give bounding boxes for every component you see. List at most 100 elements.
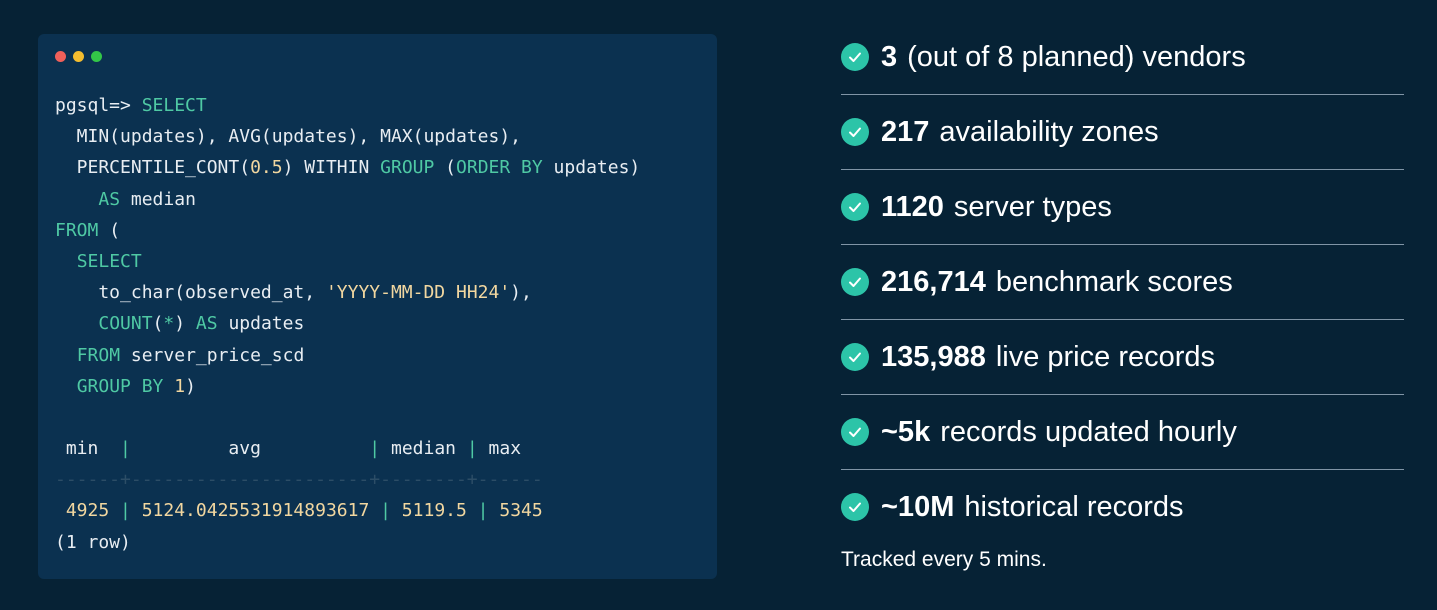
code-token: AS [195,313,218,335]
code-token: min [55,438,121,460]
code-token: median [380,438,467,460]
code-line: to_char(observed_at, 'YYYY-MM-DD HH24'), [55,277,640,308]
feature-item: 1120 server types [841,170,1404,245]
code-token: avg [130,438,370,460]
code-line: COUNT(*) AS updates [55,308,640,339]
feature-item: ~10M historical records [841,470,1404,544]
feature-item: 217 availability zones [841,95,1404,170]
code-token: COUNT [98,313,153,335]
check-circle-icon [841,268,869,296]
code-token: ( [98,219,121,241]
code-token: ( [434,157,457,179]
feature-text: availability zones [939,115,1159,148]
feature-text: historical records [964,490,1184,523]
code-token: SELECT [141,95,207,116]
code-token: ), [510,282,532,304]
feature-text: records updated hourly [940,415,1237,448]
code-token: (1 row) [55,531,131,553]
feature-value: 3 [881,40,898,73]
feature-value: ~10M [881,490,955,523]
code-token: FROM [76,344,121,366]
feature-value: 135,988 [881,340,986,373]
maximize-window-button[interactable] [91,51,102,62]
code-line: FROM ( [55,215,640,246]
check-circle-icon [841,43,869,71]
code-line: ------+----------------------+--------+-… [55,464,640,495]
code-line: FROM server_price_scd [55,340,640,371]
feature-text: benchmark scores [995,265,1233,298]
code-token: updates) [542,157,641,179]
code-token: median [120,188,196,210]
code-token: GROUP BY [76,375,164,397]
code-token: FROM [55,219,99,241]
sql-query-output: pgsql=> SELECT MIN(updates), AVG(updates… [55,90,640,558]
window-controls [55,51,102,62]
code-token: PERCENTILE_CONT( [55,157,251,179]
code-token: to_char(observed_at, [55,282,326,304]
code-line: pgsql=> SELECT [55,90,640,121]
check-circle-icon [841,118,869,146]
feature-text: server types [953,190,1112,223]
code-token: 1 [174,375,186,397]
code-token: ORDER BY [456,157,543,179]
code-token: 4925 [55,500,121,522]
tracking-footnote: Tracked every 5 mins. [841,548,1047,571]
check-circle-icon [841,493,869,521]
code-token: 5124.0425531914893617 [130,500,381,522]
code-line: 4925 | 5124.0425531914893617 | 5119.5 | … [55,495,640,526]
code-token: pgsql=> [55,95,142,116]
feature-value: ~5k [881,415,931,448]
code-token: GROUP [380,157,435,179]
code-token: | [120,500,131,522]
code-token: AS [98,188,121,210]
code-line: GROUP BY 1) [55,371,640,402]
code-token: SELECT [76,250,142,272]
code-token: | [380,500,391,522]
code-token: ( [152,313,164,335]
code-token: 5119.5 [390,500,478,522]
feature-text: (out of 8 planned) vendors [907,40,1246,73]
code-token: ) WITHIN [282,157,381,179]
sql-terminal-window: pgsql=> SELECT MIN(updates), AVG(updates… [38,34,717,579]
code-token: max [477,438,522,460]
feature-list: 3 (out of 8 planned) vendors 217 availabili… [841,20,1404,544]
code-token: 0.5 [250,157,283,179]
code-line: MIN(updates), AVG(updates), MAX(updates)… [55,121,640,152]
code-token: | [120,438,131,460]
code-token: | [477,500,489,522]
feature-item: 135,988 live price records [841,320,1404,395]
feature-value: 216,714 [881,265,986,298]
code-line: AS median [55,184,640,215]
code-token: server_price_scd [120,344,305,366]
code-token: MIN(updates), AVG(updates), MAX(updates)… [55,126,521,148]
code-token: updates [217,313,305,335]
code-token: ) [174,313,196,335]
code-line: SELECT [55,246,640,277]
code-line: PERCENTILE_CONT(0.5) WITHIN GROUP (ORDER… [55,152,641,183]
feature-item: 216,714 benchmark scores [841,245,1404,320]
code-token: * [163,313,175,335]
feature-text: live price records [995,340,1216,373]
check-circle-icon [841,418,869,446]
minimize-window-button[interactable] [73,51,84,62]
code-token: 5345 [488,500,543,522]
code-token: ) [185,375,196,397]
code-token: | [369,438,381,460]
close-window-button[interactable] [55,51,66,62]
code-token: ------+----------------------+--------+-… [55,469,543,491]
code-line: (1 row) [55,527,640,558]
feature-item: ~5k records updated hourly [841,395,1404,470]
feature-item: 3 (out of 8 planned) vendors [841,20,1404,95]
feature-value: 1120 [881,190,944,223]
code-token: 'YYYY-MM-DD HH24' [325,282,511,304]
code-token: | [466,438,478,460]
check-circle-icon [841,343,869,371]
code-line: min | avg | median | max [55,433,640,464]
check-circle-icon [841,193,869,221]
